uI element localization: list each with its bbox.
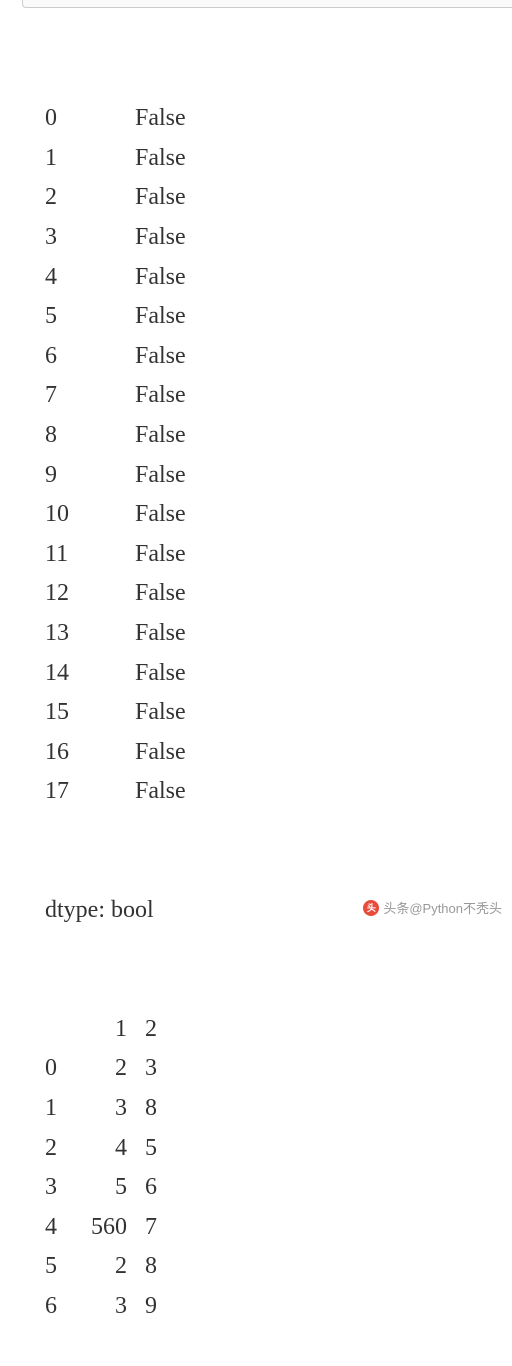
output-cell: 0False1False2False3False4False5False6Fal… <box>0 0 512 1366</box>
series-index: 17 <box>45 772 135 812</box>
series-row: 15False <box>45 693 512 733</box>
series-index: 9 <box>45 456 135 496</box>
series-value: False <box>135 535 186 575</box>
series-row: 12False <box>45 574 512 614</box>
series-output: 0False1False2False3False4False5False6Fal… <box>45 99 512 812</box>
series-row: 5False <box>45 297 512 337</box>
dataframe-row: 023 <box>45 1049 512 1089</box>
df-index: 3 <box>45 1168 67 1208</box>
df-index: 4 <box>45 1208 67 1248</box>
series-row: 3False <box>45 218 512 258</box>
df-col1-value: 3 <box>67 1287 127 1327</box>
dataframe-row: 528 <box>45 1247 512 1287</box>
series-index: 13 <box>45 614 135 654</box>
df-col2-value: 8 <box>127 1247 157 1287</box>
dataframe-header: 12 <box>45 1010 512 1050</box>
dataframe-row: 138 <box>45 1089 512 1129</box>
series-index: 0 <box>45 99 135 139</box>
code-cell-border <box>22 0 512 8</box>
series-index: 2 <box>45 178 135 218</box>
df-col2-value: 6 <box>127 1168 157 1208</box>
series-row: 9False <box>45 456 512 496</box>
series-index: 15 <box>45 693 135 733</box>
series-value: False <box>135 456 186 496</box>
series-value: False <box>135 654 186 694</box>
df-index: 1 <box>45 1089 67 1129</box>
series-index: 10 <box>45 495 135 535</box>
df-col2-value: 3 <box>127 1049 157 1089</box>
series-row: 14False <box>45 654 512 694</box>
series-row: 11False <box>45 535 512 575</box>
df-col1-value: 560 <box>67 1208 127 1248</box>
series-index: 5 <box>45 297 135 337</box>
dataframe-row: 356 <box>45 1168 512 1208</box>
series-row: 17False <box>45 772 512 812</box>
series-row: 2False <box>45 178 512 218</box>
series-value: False <box>135 772 186 812</box>
series-value: False <box>135 99 186 139</box>
watermark-text: 头条@Python不秃头 <box>383 898 502 917</box>
series-index: 6 <box>45 337 135 377</box>
series-row: 10False <box>45 495 512 535</box>
df-col2-value: 5 <box>127 1129 157 1169</box>
series-value: False <box>135 733 186 773</box>
series-value: False <box>135 614 186 654</box>
series-index: 4 <box>45 258 135 298</box>
series-index: 3 <box>45 218 135 258</box>
df-col2-value: 7 <box>127 1208 157 1248</box>
series-value: False <box>135 258 186 298</box>
series-row: 1False <box>45 139 512 179</box>
watermark: 头 头条@Python不秃头 <box>363 898 502 917</box>
series-row: 13False <box>45 614 512 654</box>
series-value: False <box>135 416 186 456</box>
dataframe-row: 245 <box>45 1129 512 1169</box>
series-index: 1 <box>45 139 135 179</box>
df-col2-value: 8 <box>127 1089 157 1129</box>
series-value: False <box>135 139 186 179</box>
series-value: False <box>135 574 186 614</box>
df-index: 0 <box>45 1049 67 1089</box>
watermark-icon: 头 <box>363 900 379 916</box>
dataframe-row: 45607 <box>45 1208 512 1248</box>
series-row: 16False <box>45 733 512 773</box>
series-row: 6False <box>45 337 512 377</box>
df-col1-value: 3 <box>67 1089 127 1129</box>
series-row: 0False <box>45 99 512 139</box>
series-index: 8 <box>45 416 135 456</box>
series-index: 14 <box>45 654 135 694</box>
df-index: 5 <box>45 1247 67 1287</box>
series-index: 16 <box>45 733 135 773</box>
dataframe-output: 1202313824535645607528639 <box>45 1010 512 1327</box>
series-value: False <box>135 495 186 535</box>
series-value: False <box>135 218 186 258</box>
df-col1-value: 5 <box>67 1168 127 1208</box>
df-col1-value: 2 <box>67 1247 127 1287</box>
series-index: 7 <box>45 376 135 416</box>
series-index: 12 <box>45 574 135 614</box>
df-col1-value: 4 <box>67 1129 127 1169</box>
df-header-col1: 1 <box>67 1010 127 1050</box>
df-index: 2 <box>45 1129 67 1169</box>
series-row: 4False <box>45 258 512 298</box>
series-value: False <box>135 337 186 377</box>
series-row: 7False <box>45 376 512 416</box>
df-header-col2: 2 <box>127 1010 157 1050</box>
series-index: 11 <box>45 535 135 575</box>
series-value: False <box>135 297 186 337</box>
series-value: False <box>135 693 186 733</box>
series-value: False <box>135 376 186 416</box>
series-value: False <box>135 178 186 218</box>
df-index: 6 <box>45 1287 67 1327</box>
df-col1-value: 2 <box>67 1049 127 1089</box>
df-col2-value: 9 <box>127 1287 157 1327</box>
series-row: 8False <box>45 416 512 456</box>
dataframe-row: 639 <box>45 1287 512 1327</box>
